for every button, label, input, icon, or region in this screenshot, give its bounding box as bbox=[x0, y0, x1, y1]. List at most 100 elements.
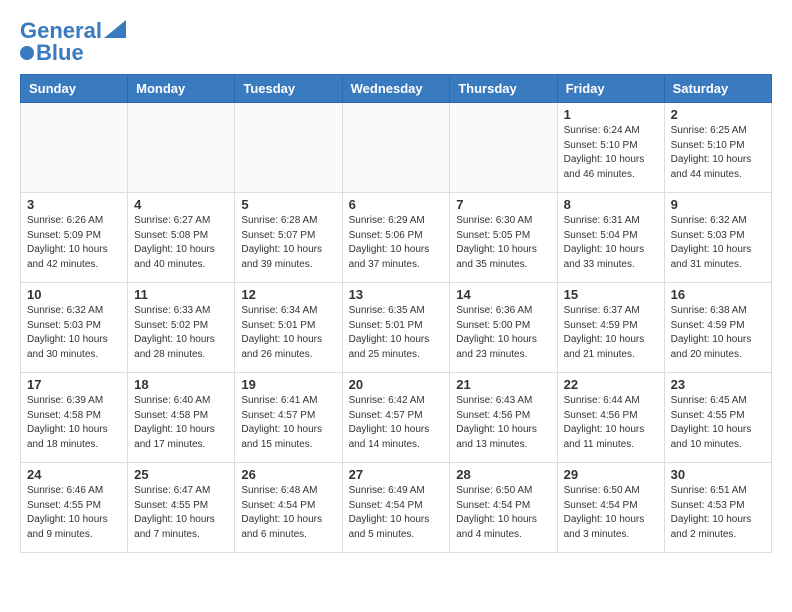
calendar-table: SundayMondayTuesdayWednesdayThursdayFrid… bbox=[20, 74, 772, 553]
calendar-cell-1-4 bbox=[342, 103, 450, 193]
calendar-week-2: 3 Sunrise: 6:26 AMSunset: 5:09 PMDaylight… bbox=[21, 193, 772, 283]
calendar-cell-1-7: 2 Sunrise: 6:25 AMSunset: 5:10 PMDaylight… bbox=[664, 103, 771, 193]
day-info: Sunrise: 6:44 AMSunset: 4:56 PMDaylight:… bbox=[564, 394, 658, 452]
day-info: Sunrise: 6:49 AMSunset: 4:54 PMDaylight:… bbox=[349, 484, 444, 542]
day-info: Sunrise: 6:30 AMSunset: 5:05 PMDaylight:… bbox=[456, 214, 550, 272]
logo-arrow-icon bbox=[104, 20, 126, 38]
day-info: Sunrise: 6:26 AMSunset: 5:09 PMDaylight:… bbox=[27, 214, 121, 272]
calendar-cell-5-2: 25 Sunrise: 6:47 AMSunset: 4:55 PMDayligh… bbox=[128, 463, 235, 553]
calendar-cell-1-6: 1 Sunrise: 6:24 AMSunset: 5:10 PMDaylight… bbox=[557, 103, 664, 193]
day-info: Sunrise: 6:31 AMSunset: 5:04 PMDaylight:… bbox=[564, 214, 658, 272]
calendar-cell-5-4: 27 Sunrise: 6:49 AMSunset: 4:54 PMDayligh… bbox=[342, 463, 450, 553]
day-info: Sunrise: 6:29 AMSunset: 5:06 PMDaylight:… bbox=[349, 214, 444, 272]
day-number: 22 bbox=[564, 377, 658, 392]
day-number: 29 bbox=[564, 467, 658, 482]
day-number: 18 bbox=[134, 377, 228, 392]
day-info: Sunrise: 6:25 AMSunset: 5:10 PMDaylight:… bbox=[671, 124, 765, 182]
col-header-saturday: Saturday bbox=[664, 75, 771, 103]
day-number: 8 bbox=[564, 197, 658, 212]
calendar-cell-4-1: 17Sunrise: 6:39 AMSunset: 4:58 PMDayligh… bbox=[21, 373, 128, 463]
day-number: 25 bbox=[134, 467, 228, 482]
day-info: Sunrise: 6:27 AMSunset: 5:08 PMDaylight:… bbox=[134, 214, 228, 272]
logo-blue: Blue bbox=[36, 42, 84, 64]
logo: General Blue bbox=[20, 20, 126, 64]
calendar-cell-3-1: 10 Sunrise: 6:32 AMSunset: 5:03 PMDayligh… bbox=[21, 283, 128, 373]
calendar-cell-2-7: 9 Sunrise: 6:32 AMSunset: 5:03 PMDaylight… bbox=[664, 193, 771, 283]
col-header-monday: Monday bbox=[128, 75, 235, 103]
calendar-cell-4-2: 18 Sunrise: 6:40 AMSunset: 4:58 PMDayligh… bbox=[128, 373, 235, 463]
day-number: 7 bbox=[456, 197, 550, 212]
calendar-cell-3-6: 15Sunrise: 6:37 AMSunset: 4:59 PMDayligh… bbox=[557, 283, 664, 373]
day-info: Sunrise: 6:47 AMSunset: 4:55 PMDaylight:… bbox=[134, 484, 228, 542]
calendar-cell-2-5: 7 Sunrise: 6:30 AMSunset: 5:05 PMDaylight… bbox=[450, 193, 557, 283]
day-info: Sunrise: 6:50 AMSunset: 4:54 PMDaylight:… bbox=[456, 484, 550, 542]
day-number: 4 bbox=[134, 197, 228, 212]
calendar-cell-4-7: 23Sunrise: 6:45 AMSunset: 4:55 PMDayligh… bbox=[664, 373, 771, 463]
day-info: Sunrise: 6:33 AMSunset: 5:02 PMDaylight:… bbox=[134, 304, 228, 362]
calendar-cell-2-1: 3 Sunrise: 6:26 AMSunset: 5:09 PMDaylight… bbox=[21, 193, 128, 283]
calendar-cell-1-2 bbox=[128, 103, 235, 193]
col-header-wednesday: Wednesday bbox=[342, 75, 450, 103]
day-number: 11 bbox=[134, 287, 228, 302]
col-header-friday: Friday bbox=[557, 75, 664, 103]
day-info: Sunrise: 6:37 AMSunset: 4:59 PMDaylight:… bbox=[564, 304, 658, 362]
col-header-thursday: Thursday bbox=[450, 75, 557, 103]
day-info: Sunrise: 6:35 AMSunset: 5:01 PMDaylight:… bbox=[349, 304, 444, 362]
logo-text: General bbox=[20, 20, 102, 42]
day-number: 27 bbox=[349, 467, 444, 482]
day-number: 3 bbox=[27, 197, 121, 212]
day-number: 28 bbox=[456, 467, 550, 482]
day-info: Sunrise: 6:28 AMSunset: 5:07 PMDaylight:… bbox=[241, 214, 335, 272]
calendar-cell-1-5 bbox=[450, 103, 557, 193]
day-number: 9 bbox=[671, 197, 765, 212]
day-number: 21 bbox=[456, 377, 550, 392]
calendar-cell-3-4: 13 Sunrise: 6:35 AMSunset: 5:01 PMDayligh… bbox=[342, 283, 450, 373]
day-info: Sunrise: 6:40 AMSunset: 4:58 PMDaylight:… bbox=[134, 394, 228, 452]
calendar-cell-1-3 bbox=[235, 103, 342, 193]
day-info: Sunrise: 6:48 AMSunset: 4:54 PMDaylight:… bbox=[241, 484, 335, 542]
calendar-week-5: 24 Sunrise: 6:46 AMSunset: 4:55 PMDayligh… bbox=[21, 463, 772, 553]
day-info: Sunrise: 6:45 AMSunset: 4:55 PMDaylight:… bbox=[671, 394, 765, 452]
day-number: 16 bbox=[671, 287, 765, 302]
day-number: 24 bbox=[27, 467, 121, 482]
day-number: 5 bbox=[241, 197, 335, 212]
day-number: 13 bbox=[349, 287, 444, 302]
day-number: 30 bbox=[671, 467, 765, 482]
calendar-cell-2-3: 5 Sunrise: 6:28 AMSunset: 5:07 PMDaylight… bbox=[235, 193, 342, 283]
calendar-cell-5-1: 24 Sunrise: 6:46 AMSunset: 4:55 PMDayligh… bbox=[21, 463, 128, 553]
page-header: General Blue bbox=[20, 20, 772, 64]
calendar-cell-5-5: 28 Sunrise: 6:50 AMSunset: 4:54 PMDayligh… bbox=[450, 463, 557, 553]
day-info: Sunrise: 6:32 AMSunset: 5:03 PMDaylight:… bbox=[27, 304, 121, 362]
calendar-week-1: 1 Sunrise: 6:24 AMSunset: 5:10 PMDaylight… bbox=[21, 103, 772, 193]
day-info: Sunrise: 6:36 AMSunset: 5:00 PMDaylight:… bbox=[456, 304, 550, 362]
calendar-cell-3-5: 14 Sunrise: 6:36 AMSunset: 5:00 PMDayligh… bbox=[450, 283, 557, 373]
day-info: Sunrise: 6:32 AMSunset: 5:03 PMDaylight:… bbox=[671, 214, 765, 272]
calendar-cell-2-4: 6 Sunrise: 6:29 AMSunset: 5:06 PMDaylight… bbox=[342, 193, 450, 283]
calendar-cell-2-2: 4 Sunrise: 6:27 AMSunset: 5:08 PMDaylight… bbox=[128, 193, 235, 283]
calendar-cell-3-7: 16 Sunrise: 6:38 AMSunset: 4:59 PMDayligh… bbox=[664, 283, 771, 373]
calendar-cell-5-3: 26Sunrise: 6:48 AMSunset: 4:54 PMDayligh… bbox=[235, 463, 342, 553]
calendar-cell-4-5: 21Sunrise: 6:43 AMSunset: 4:56 PMDayligh… bbox=[450, 373, 557, 463]
day-number: 6 bbox=[349, 197, 444, 212]
calendar-cell-5-7: 30Sunrise: 6:51 AMSunset: 4:53 PMDayligh… bbox=[664, 463, 771, 553]
calendar-cell-3-2: 11 Sunrise: 6:33 AMSunset: 5:02 PMDayligh… bbox=[128, 283, 235, 373]
calendar-cell-1-1 bbox=[21, 103, 128, 193]
day-number: 17 bbox=[27, 377, 121, 392]
day-number: 14 bbox=[456, 287, 550, 302]
day-number: 2 bbox=[671, 107, 765, 122]
day-info: Sunrise: 6:34 AMSunset: 5:01 PMDaylight:… bbox=[241, 304, 335, 362]
day-info: Sunrise: 6:42 AMSunset: 4:57 PMDaylight:… bbox=[349, 394, 444, 452]
day-info: Sunrise: 6:38 AMSunset: 4:59 PMDaylight:… bbox=[671, 304, 765, 362]
logo-dot bbox=[20, 46, 34, 60]
col-header-tuesday: Tuesday bbox=[235, 75, 342, 103]
calendar-header-row: SundayMondayTuesdayWednesdayThursdayFrid… bbox=[21, 75, 772, 103]
day-info: Sunrise: 6:46 AMSunset: 4:55 PMDaylight:… bbox=[27, 484, 121, 542]
calendar-cell-4-6: 22 Sunrise: 6:44 AMSunset: 4:56 PMDayligh… bbox=[557, 373, 664, 463]
day-number: 19 bbox=[241, 377, 335, 392]
day-number: 12 bbox=[241, 287, 335, 302]
day-number: 10 bbox=[27, 287, 121, 302]
calendar-week-4: 17Sunrise: 6:39 AMSunset: 4:58 PMDayligh… bbox=[21, 373, 772, 463]
calendar-cell-5-6: 29Sunrise: 6:50 AMSunset: 4:54 PMDayligh… bbox=[557, 463, 664, 553]
day-number: 1 bbox=[564, 107, 658, 122]
day-info: Sunrise: 6:24 AMSunset: 5:10 PMDaylight:… bbox=[564, 124, 658, 182]
